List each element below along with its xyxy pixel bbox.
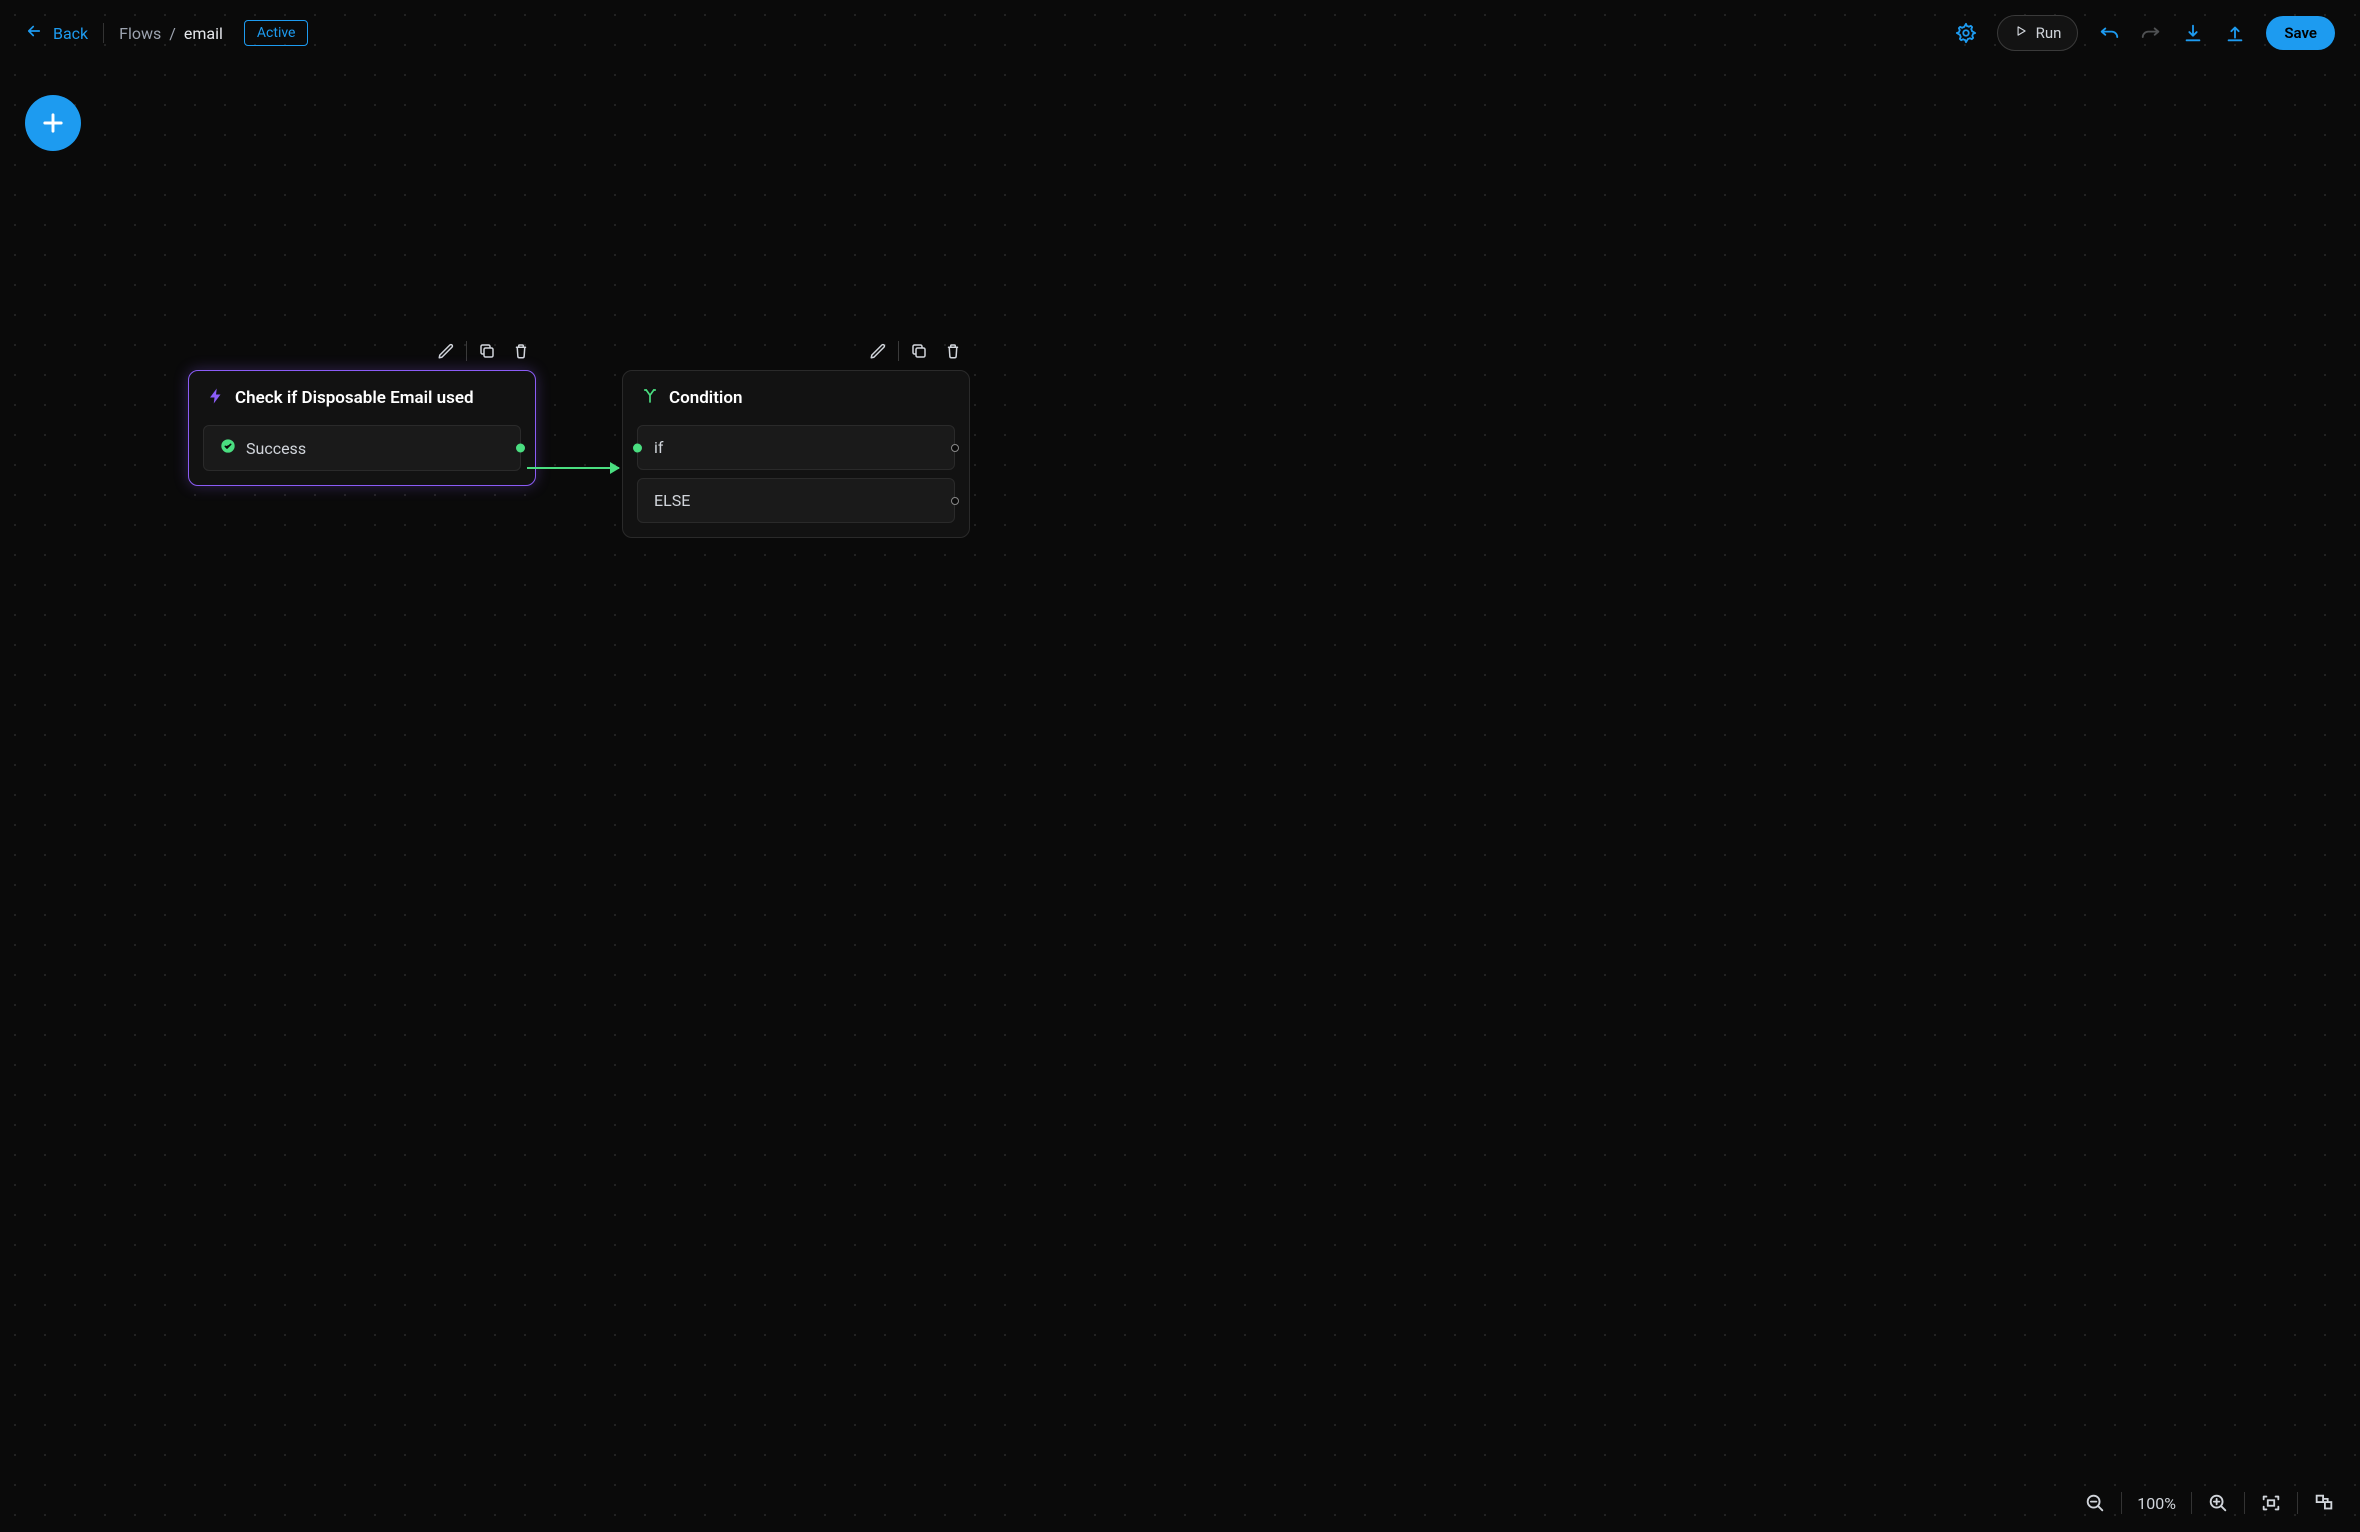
zoom-in-button[interactable] (2207, 1492, 2229, 1514)
fit-screen-button[interactable] (2260, 1492, 2282, 1514)
delete-button[interactable] (505, 335, 537, 367)
output-row-success[interactable]: Success (203, 425, 521, 471)
bottom-bar: 100% (2084, 1492, 2335, 1514)
node-title: Condition (669, 388, 742, 408)
save-button[interactable]: Save (2266, 16, 2335, 50)
edit-button[interactable] (862, 335, 894, 367)
node-toolbar-trigger (430, 335, 537, 367)
edge-trigger-to-condition[interactable] (527, 467, 619, 469)
redo-button[interactable] (2140, 22, 2162, 44)
node-title: Check if Disposable Email used (235, 388, 474, 408)
back-label: Back (53, 24, 88, 43)
node-condition[interactable]: Condition if ELSE (622, 370, 970, 538)
breadcrumb-current: email (184, 24, 223, 43)
add-node-button[interactable] (25, 95, 81, 151)
branch-label: ELSE (654, 491, 690, 510)
divider (2244, 1492, 2245, 1514)
settings-button[interactable] (1955, 22, 1977, 44)
branch-icon (641, 387, 659, 409)
back-button[interactable]: Back (25, 22, 88, 44)
edit-button[interactable] (430, 335, 462, 367)
arrow-left-icon (25, 22, 43, 44)
toolbar-separator (466, 341, 467, 361)
output-label: Success (246, 439, 306, 458)
port-out-success[interactable] (516, 444, 525, 453)
run-label: Run (2036, 24, 2062, 42)
auto-layout-button[interactable] (2313, 1492, 2335, 1514)
divider (103, 23, 104, 43)
zoom-level: 100% (2137, 1494, 2176, 1513)
status-badge[interactable]: Active (244, 20, 309, 46)
branch-label: if (654, 438, 663, 457)
breadcrumb-root[interactable]: Flows (119, 24, 161, 43)
duplicate-button[interactable] (903, 335, 935, 367)
zoom-out-button[interactable] (2084, 1492, 2106, 1514)
flow-canvas[interactable]: Check if Disposable Email used Success (0, 0, 2360, 1532)
divider (2191, 1492, 2192, 1514)
duplicate-button[interactable] (471, 335, 503, 367)
bolt-icon (207, 387, 225, 409)
node-header: Condition (637, 385, 955, 411)
play-icon (2014, 24, 2028, 42)
breadcrumb-separator: / (169, 24, 176, 43)
divider (2121, 1492, 2122, 1514)
undo-button[interactable] (2098, 22, 2120, 44)
toolbar-separator (898, 341, 899, 361)
node-toolbar-condition (862, 335, 969, 367)
run-button[interactable]: Run (1997, 15, 2079, 51)
export-button[interactable] (2224, 22, 2246, 44)
node-header: Check if Disposable Email used (203, 385, 521, 411)
breadcrumb: Flows / email (119, 24, 223, 43)
top-bar-right: Run (1955, 15, 2335, 51)
delete-button[interactable] (937, 335, 969, 367)
top-bar: Back Flows / email Active Run (0, 0, 2360, 66)
branch-row-else[interactable]: ELSE (637, 478, 955, 523)
divider (2297, 1492, 2298, 1514)
port-out-else[interactable] (951, 497, 959, 505)
check-circle-icon (220, 438, 236, 458)
import-button[interactable] (2182, 22, 2204, 44)
branch-row-if[interactable]: if (637, 425, 955, 470)
port-out-if[interactable] (951, 444, 959, 452)
node-trigger-disposable-email[interactable]: Check if Disposable Email used Success (188, 370, 536, 486)
port-in-if[interactable] (633, 443, 642, 452)
top-bar-left: Back Flows / email Active (25, 20, 308, 46)
